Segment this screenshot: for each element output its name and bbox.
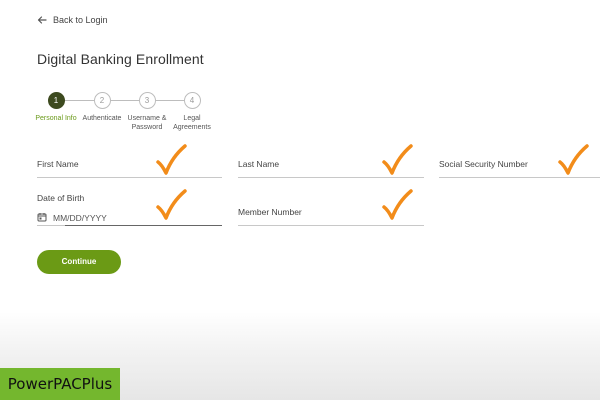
last-name-label: Last Name	[238, 159, 280, 169]
step-number: 2	[93, 92, 111, 109]
checkmark-icon	[382, 144, 413, 175]
checkmark-icon	[156, 189, 187, 220]
back-to-login-label: Back to Login	[53, 15, 108, 25]
continue-button[interactable]: Continue	[37, 250, 121, 274]
first-name-field[interactable]: First Name	[37, 150, 222, 178]
date-of-birth-label: Date of Birth	[37, 193, 85, 203]
step-legal-agreements: 4 Legal Agreements	[164, 92, 220, 132]
date-of-birth-placeholder: MM/DD/YYYY	[53, 213, 107, 223]
powerpacplus-watermark: PowerPACPlus	[0, 368, 120, 400]
date-of-birth-input[interactable]: MM/DD/YYYY	[37, 212, 107, 224]
page-title: Digital Banking Enrollment	[37, 51, 204, 67]
date-of-birth-field[interactable]: Date of Birth MM/DD/YYYY	[37, 190, 222, 226]
back-to-login-link[interactable]: Back to Login	[37, 15, 108, 25]
step-label: Legal Agreements	[173, 115, 211, 131]
ssn-label: Social Security Number	[439, 159, 528, 169]
checkmark-icon	[382, 189, 413, 220]
step-number: 4	[183, 92, 201, 109]
calendar-icon[interactable]	[37, 212, 47, 224]
first-name-label: First Name	[37, 159, 79, 169]
step-number: 1	[47, 92, 65, 109]
enrollment-stepper: 1 Personal Info 2 Authenticate 3 Usernam…	[35, 92, 226, 142]
member-number-label: Member Number	[238, 207, 302, 217]
date-of-birth-focus-underline	[65, 225, 222, 226]
checkmark-icon	[156, 144, 187, 175]
step-number: 3	[138, 92, 156, 109]
arrow-left-icon	[37, 15, 47, 25]
checkmark-icon	[558, 144, 589, 175]
